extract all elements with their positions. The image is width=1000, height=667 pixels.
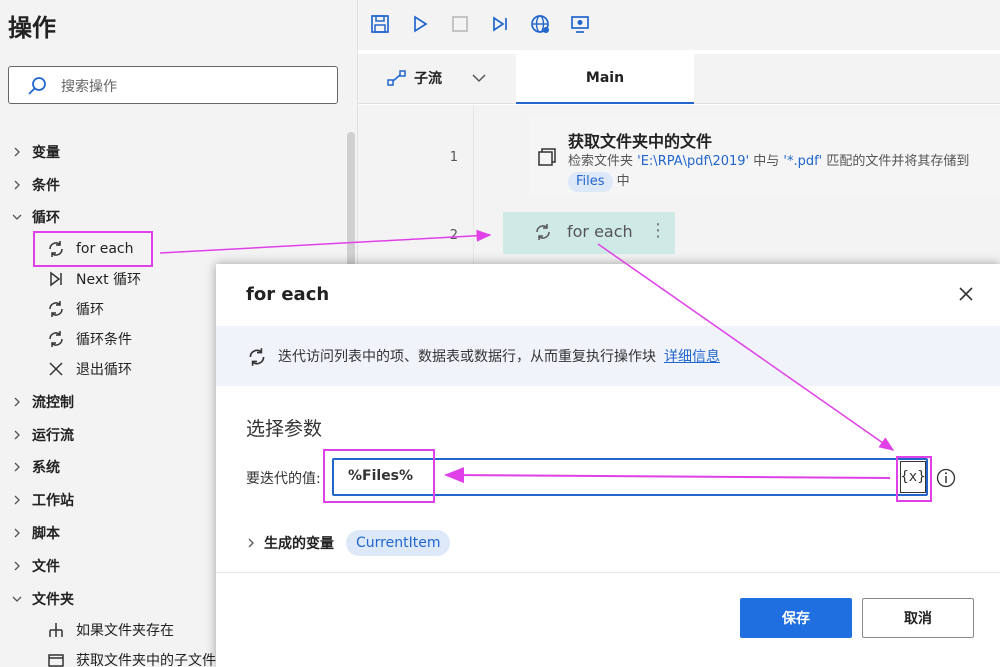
close-icon[interactable] [956, 284, 976, 304]
info-icon[interactable] [936, 468, 956, 488]
line-number: 2 [449, 228, 458, 243]
action-next-loop[interactable]: Next 循环 [46, 264, 141, 294]
flow-action-get-files[interactable]: 获取文件夹中的文件 检索文件夹 'E:\RPA\pdf\2019' 中与 '*.… [530, 118, 1000, 196]
save-icon[interactable] [368, 12, 392, 36]
category-label: 文件夹 [32, 592, 74, 608]
dialog-title: for each [246, 284, 330, 305]
highlight-value-field [323, 449, 435, 503]
loop-icon [46, 329, 66, 349]
chevron-down-icon [12, 214, 22, 220]
dialog-divider [216, 572, 1000, 573]
action-title: 获取文件夹中的文件 [568, 132, 713, 151]
category-label: 变量 [32, 145, 60, 161]
action-label: 循环 [76, 302, 104, 318]
dialog-info-strip: 迭代访问列表中的项、数据表或数据行，从而重复执行操作块 详细信息 [216, 326, 1000, 386]
action-if-folder-exists[interactable]: 如果文件夹存在 [46, 615, 174, 645]
param-label: 要迭代的值: [246, 471, 321, 487]
flow-tabs: 子流 Main [358, 54, 1000, 104]
loop-icon [249, 348, 265, 366]
info-text: 迭代访问列表中的项、数据表或数据行，从而重复执行操作块 详细信息 [278, 349, 720, 365]
files-icon [538, 148, 556, 166]
line-number: 1 [449, 150, 458, 165]
subflow-icon [387, 70, 406, 86]
section-title: 选择参数 [246, 418, 323, 440]
search-input[interactable]: 搜索操作 [8, 66, 338, 104]
chevron-right-icon [14, 495, 20, 505]
action-exit-loop[interactable]: 退出循环 [46, 354, 132, 384]
stop-icon[interactable] [448, 12, 472, 36]
web-recorder-icon[interactable] [528, 12, 552, 36]
folder-icon [46, 650, 66, 667]
cancel-button[interactable]: 取消 [862, 598, 974, 638]
category-label: 工作站 [32, 493, 74, 509]
generated-variables[interactable]: 生成的变量 CurrentItem [246, 530, 451, 556]
chevron-right-icon [14, 147, 20, 157]
chevron-right-icon [14, 462, 20, 472]
category-label: 系统 [32, 460, 60, 476]
subflows-dropdown[interactable]: 子流 [386, 68, 486, 88]
save-button[interactable]: 保存 [740, 598, 852, 638]
category-system[interactable]: 系统 [0, 452, 60, 482]
category-scripting[interactable]: 脚本 [0, 518, 60, 548]
category-file[interactable]: 文件 [0, 551, 60, 581]
loop-icon [536, 224, 550, 240]
tab-main-label: Main [585, 70, 625, 86]
exit-icon [46, 359, 66, 379]
step-icon[interactable] [488, 12, 512, 36]
variable-pill: Files [568, 172, 613, 192]
action-description: 检索文件夹 'E:\RPA\pdf\2019' 中与 '*.pdf' 匹配的文件… [568, 152, 988, 192]
category-conditions[interactable]: 条件 [0, 170, 60, 200]
chevron-right-icon [14, 397, 20, 407]
chevron-down-icon [472, 74, 486, 83]
highlight-for-each-action [33, 231, 153, 267]
chevron-down-icon [12, 596, 22, 602]
action-label: 循环条件 [76, 332, 132, 348]
desktop-recorder-icon[interactable] [568, 12, 592, 36]
chevron-right-icon [14, 561, 20, 571]
next-icon [46, 269, 66, 289]
action-label: 退出循环 [76, 362, 132, 378]
chevron-right-icon [14, 528, 20, 538]
search-placeholder: 搜索操作 [61, 79, 117, 95]
action-loop-condition[interactable]: 循环条件 [46, 324, 132, 354]
category-label: 文件 [32, 559, 60, 575]
subflow-label: 子流 [414, 71, 442, 87]
chevron-right-icon [14, 430, 20, 440]
category-loops[interactable]: 循环 [0, 202, 60, 232]
branch-icon [46, 620, 66, 640]
run-icon[interactable] [408, 12, 432, 36]
loop-icon [46, 299, 66, 319]
actions-panel-title: 操作 [8, 14, 56, 42]
details-link[interactable]: 详细信息 [664, 349, 720, 365]
more-options-icon[interactable]: ⋮ [649, 220, 667, 241]
category-label: 条件 [32, 178, 60, 194]
action-label: 获取文件夹中的子文件夹 [76, 653, 230, 667]
highlight-variable-button [896, 456, 932, 502]
action-loop[interactable]: 循环 [46, 294, 104, 324]
category-flow-control[interactable]: 流控制 [0, 387, 74, 417]
tab-main[interactable]: Main [516, 54, 694, 104]
action-label: 如果文件夹存在 [76, 623, 174, 639]
category-label: 运行流 [32, 428, 74, 444]
category-folder[interactable]: 文件夹 [0, 584, 74, 614]
search-icon [28, 77, 46, 95]
category-label: 循环 [32, 210, 60, 226]
chevron-right-icon [248, 538, 254, 548]
category-label: 流控制 [32, 395, 74, 411]
category-workstation[interactable]: 工作站 [0, 485, 74, 515]
chevron-right-icon [14, 180, 20, 190]
current-item-variable[interactable]: CurrentItem [346, 530, 451, 556]
action-get-subfolders[interactable]: 获取文件夹中的子文件夹 [46, 645, 230, 667]
category-run-flow[interactable]: 运行流 [0, 420, 74, 450]
action-title: for each [567, 222, 633, 241]
category-variables[interactable]: 变量 [0, 137, 60, 167]
category-label: 脚本 [32, 526, 60, 542]
action-label: Next 循环 [76, 272, 142, 288]
flow-action-for-each[interactable]: for each ⋮ [503, 212, 675, 254]
designer-toolbar [358, 0, 1000, 50]
generated-variables-label: 生成的变量 [264, 536, 334, 552]
